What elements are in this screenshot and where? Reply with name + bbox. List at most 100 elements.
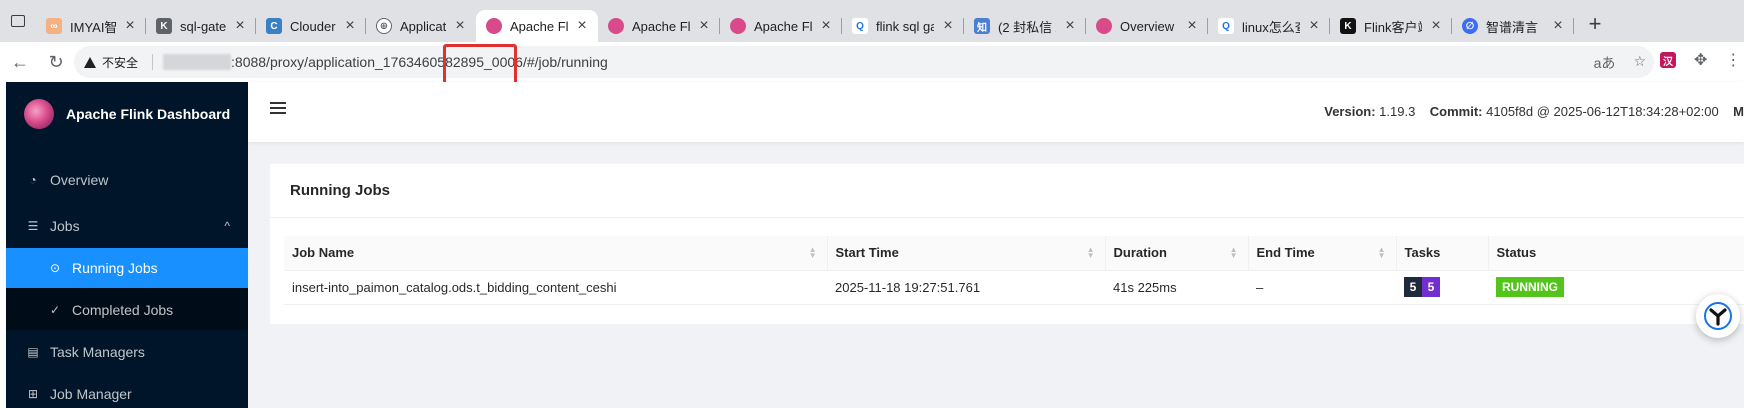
sidebar-item-completed-jobs[interactable]: ✓ Completed Jobs xyxy=(6,290,248,330)
dashboard-icon: ◔ xyxy=(29,173,37,187)
close-icon[interactable]: × xyxy=(940,18,956,34)
blurred-host xyxy=(163,54,232,70)
browser-tab[interactable]: ⊕ Application × xyxy=(366,10,476,42)
table-header-row: Job Name ▲ ▼ Start Time ▲ ▼ Duration ▲ ▼ End T… xyxy=(284,236,1744,271)
close-icon[interactable]: × xyxy=(342,18,358,34)
column-header-duration[interactable]: Duration ▲ ▼ xyxy=(1104,236,1248,271)
more-icon[interactable]: ⋮ xyxy=(1725,50,1741,70)
new-tab-button[interactable]: + xyxy=(1580,9,1610,39)
schedule-icon: ▤ xyxy=(27,345,39,359)
translate-extension-icon[interactable]: 汉 xyxy=(1660,52,1676,68)
omnibox-actions: aあ ☆ xyxy=(1594,53,1646,73)
flink-logo-icon xyxy=(1096,18,1112,34)
brand-title: Apache Flink Dashboard xyxy=(66,106,231,122)
browser-tab[interactable]: C Cloudera Manager × xyxy=(256,10,366,42)
tab-title: Apache Flink xyxy=(510,18,568,34)
search-icon: Q xyxy=(1218,18,1234,34)
browser-tab[interactable]: ∅ 智谱清言 × xyxy=(1452,10,1574,42)
sidebar-item-running-jobs[interactable]: ⊙ Running Jobs xyxy=(6,248,248,288)
tab-title: linux怎么查看 xyxy=(1242,19,1300,35)
reload-icon: ↻ xyxy=(48,51,64,72)
url-text[interactable]: :8088/proxy/application_1763460582895_00… xyxy=(231,54,608,70)
flink-logo-icon xyxy=(608,18,624,34)
close-icon[interactable]: × xyxy=(452,18,468,34)
arrow-left-icon: ← xyxy=(11,51,29,72)
warning-icon xyxy=(84,56,96,68)
jobs-submenu: ⊙ Running Jobs ✓ Completed Jobs xyxy=(6,248,248,330)
close-icon[interactable]: × xyxy=(1306,18,1322,34)
floating-assistant-button[interactable] xyxy=(1696,294,1740,338)
browser-tab[interactable]: ∞ IMYAI智能助手 × xyxy=(36,10,146,42)
address-bar[interactable]: 不安全 :8088/proxy/application_176346058289… xyxy=(74,46,1654,78)
task-running-count: 5 xyxy=(1422,277,1440,297)
browser-tab[interactable]: 知 (2 封私信 / 1 × xyxy=(964,10,1086,42)
cell-duration: 41s 225ms xyxy=(1105,270,1248,305)
close-icon[interactable]: × xyxy=(1062,18,1078,34)
list-icon: ☰ xyxy=(27,219,39,233)
browser-tab[interactable]: Q flink sql gateway × xyxy=(842,10,964,42)
reload-button[interactable]: ↻ xyxy=(40,46,72,78)
close-icon[interactable]: × xyxy=(818,18,834,34)
cell-tasks: 5 5 xyxy=(1396,270,1488,305)
browser-tab-active[interactable]: Apache Flink × xyxy=(476,10,598,42)
task-total-count: 5 xyxy=(1404,277,1422,297)
kimi-icon: K xyxy=(1340,18,1356,34)
sidebar-item-job-manager[interactable]: ⊞ Job Manager xyxy=(6,374,248,408)
security-label: 不安全 xyxy=(102,55,139,70)
cell-job-name[interactable]: insert-into_paimon_catalog.ods.t_bidding… xyxy=(284,270,827,305)
tab-title: flink sql gateway xyxy=(876,18,934,34)
read-aloud-icon[interactable]: aあ xyxy=(1594,53,1616,73)
sidebar-item-label: Task Managers xyxy=(50,344,145,360)
sidebar-item-overview[interactable]: ◔ Overview xyxy=(6,160,248,200)
column-header-status: Status xyxy=(1487,236,1744,271)
close-icon[interactable]: × xyxy=(574,18,590,34)
zhihu-icon: 知 xyxy=(974,18,990,34)
tab-actions-button[interactable] xyxy=(0,0,36,42)
sort-icon[interactable]: ▲ ▼ xyxy=(809,246,817,260)
browser-tab[interactable]: K sql-gateway × xyxy=(146,10,256,42)
browser-tab[interactable]: K Flink客户端提 × xyxy=(1330,10,1452,42)
tab-favicon: C xyxy=(266,18,282,34)
close-icon[interactable]: × xyxy=(232,18,248,34)
sort-icon[interactable]: ▲ ▼ xyxy=(1378,246,1386,260)
close-icon[interactable]: × xyxy=(696,18,712,34)
tab-title: sql-gateway xyxy=(180,18,226,34)
column-header-job-name[interactable]: Job Name ▲ ▼ xyxy=(284,236,827,271)
search-icon: Q xyxy=(852,18,868,34)
sort-icon[interactable]: ▲ ▼ xyxy=(1087,246,1095,260)
close-icon[interactable]: × xyxy=(1428,18,1444,34)
browser-tab[interactable]: Apache Flink × xyxy=(720,10,842,42)
browser-tab[interactable]: Q linux怎么查看 × xyxy=(1208,10,1330,42)
close-icon[interactable]: × xyxy=(122,18,138,34)
sort-icon[interactable]: ▲ ▼ xyxy=(1230,246,1238,260)
browser-tab[interactable]: Overview | A × xyxy=(1086,10,1208,42)
menu-fold-icon[interactable] xyxy=(270,102,286,116)
main-content: Version: 1.19.3 Commit: 4105f8d @ 2025-0… xyxy=(248,82,1744,408)
column-header-end-time[interactable]: End Time ▲ ▼ xyxy=(1247,236,1396,271)
globe-icon: ⊕ xyxy=(376,18,392,34)
close-icon[interactable]: × xyxy=(1550,18,1566,34)
chevron-up-icon: ^ xyxy=(224,219,230,233)
version-info: Version: 1.19.3 Commit: 4105f8d @ 2025-0… xyxy=(1324,104,1744,119)
browser-tab-strip: ∞ IMYAI智能助手 × K sql-gateway × C Cloudera… xyxy=(0,0,1744,42)
brand[interactable]: Apache Flink Dashboard xyxy=(6,82,248,146)
extension-bar: 汉 ✥ ⋮ xyxy=(1660,50,1741,70)
tab-title: Apache Flink xyxy=(632,18,690,34)
column-header-start-time[interactable]: Start Time ▲ ▼ xyxy=(826,236,1105,271)
sidebar-item-label: Jobs xyxy=(50,218,80,234)
divider xyxy=(152,54,154,70)
browser-toolbar: ← ↻ 不安全 :8088/proxy/application_17634605… xyxy=(0,42,1744,82)
sidebar-item-task-managers[interactable]: ▤ Task Managers xyxy=(6,332,248,372)
sidebar-item-jobs[interactable]: ☰ Jobs ^ xyxy=(6,206,248,246)
flink-logo-icon xyxy=(486,18,502,34)
tab-favicon: ∞ xyxy=(46,18,62,34)
back-button[interactable]: ← xyxy=(4,46,36,78)
close-icon[interactable]: × xyxy=(1184,18,1200,34)
puzzle-icon[interactable]: ✥ xyxy=(1694,50,1707,70)
table-row[interactable]: insert-into_paimon_catalog.ods.t_bidding… xyxy=(284,270,1744,305)
site-info-button[interactable]: 不安全 xyxy=(84,54,138,71)
app-header: Version: 1.19.3 Commit: 4105f8d @ 2025-0… xyxy=(248,82,1744,142)
star-icon[interactable]: ☆ xyxy=(1633,53,1646,73)
card-title: Running Jobs xyxy=(270,164,1744,218)
browser-tab[interactable]: Apache Flink × xyxy=(598,10,720,42)
